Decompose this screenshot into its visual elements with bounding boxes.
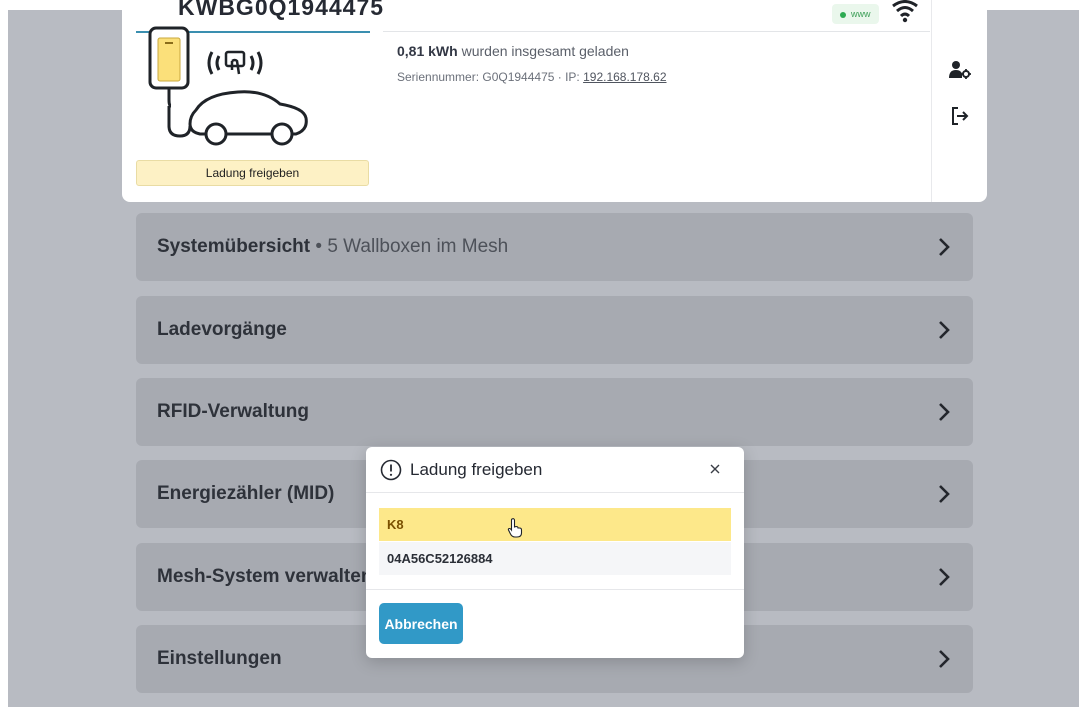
release-charging-dialog: Ladung freigeben K8 04A56C52126884 Abbre… — [366, 447, 744, 658]
energy-summary: 0,81 kWh wurden insgesamt geladen — [397, 43, 629, 59]
wallbox-status-card: KWBG0Q1944475 Ladung freigeben www 0,81 … — [122, 0, 987, 202]
logout-icon[interactable] — [951, 106, 969, 126]
wifi-icon — [892, 0, 918, 23]
info-icon — [380, 459, 402, 481]
dialog-divider — [366, 589, 744, 590]
car-icon — [167, 90, 308, 146]
online-status-dot — [840, 11, 846, 18]
menu-item-label: Systemübersicht — [157, 236, 311, 257]
serial-label: Seriennummer: G0Q1944475 · IP: — [397, 70, 584, 84]
cancel-button[interactable]: Abbrechen — [379, 603, 463, 644]
wallbox-name: KWBG0Q1944475 — [178, 0, 385, 20]
menu-item-system-overview[interactable]: Systemübersicht • 5 Wallboxen im Mesh — [136, 213, 973, 281]
serial-ip-line: Seriennummer: G0Q1944475 · IP: 192.168.1… — [397, 70, 667, 84]
menu-item-label: Mesh-System verwalten — [157, 566, 373, 587]
dialog-title: Ladung freigeben — [410, 460, 543, 479]
menu-item-sublabel: • 5 Wallboxen im Mesh — [310, 236, 509, 257]
chevron-right-icon — [939, 321, 950, 339]
menu-item-rfid-management[interactable]: RFID-Verwaltung — [136, 378, 973, 446]
connection-label: www — [851, 9, 871, 19]
side-column-divider — [931, 0, 932, 202]
info-divider — [383, 31, 930, 32]
menu-item-label: RFID-Verwaltung — [157, 401, 310, 422]
pointer-icon — [507, 518, 523, 538]
release-charging-button[interactable]: Ladung freigeben — [136, 160, 369, 186]
menu-item-label: Einstellungen — [157, 648, 282, 669]
energy-value: 0,81 kWh — [397, 43, 458, 59]
chevron-right-icon — [939, 238, 950, 256]
rfid-card-icon — [207, 50, 263, 75]
user-gear-icon[interactable] — [949, 60, 971, 80]
rfid-option-04a56c52126884[interactable]: 04A56C52126884 — [379, 542, 731, 575]
energy-text: wurden insgesamt geladen — [457, 43, 629, 59]
wallbox-icon — [148, 26, 190, 90]
dialog-header: Ladung freigeben — [366, 447, 744, 493]
chevron-right-icon — [939, 650, 950, 668]
ip-link[interactable]: 192.168.178.62 — [583, 70, 666, 84]
menu-item-label: Energiezähler (MID) — [157, 483, 335, 504]
rfid-option-k8[interactable]: K8 — [379, 508, 731, 541]
menu-item-charging-sessions[interactable]: Ladevorgänge — [136, 296, 973, 364]
wallbox-charging-illustration — [148, 26, 308, 146]
chevron-right-icon — [939, 403, 950, 421]
chevron-right-icon — [939, 568, 950, 586]
connection-status-badge: www — [832, 4, 879, 24]
menu-item-label: Ladevorgänge — [157, 319, 287, 340]
close-icon[interactable] — [709, 463, 721, 475]
chevron-right-icon — [939, 485, 950, 503]
